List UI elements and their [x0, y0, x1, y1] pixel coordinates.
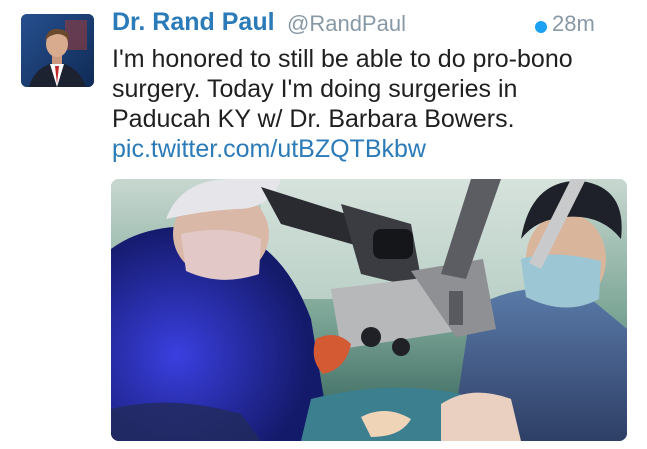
- tweet-text: I'm honored to still be able to do pro-b…: [112, 44, 632, 164]
- tweet-header: Dr. Rand Paul @RandPaul 28m: [112, 8, 632, 44]
- author-name[interactable]: Dr. Rand Paul: [112, 8, 275, 37]
- surgery-photo: [111, 179, 627, 441]
- tweet-text-line: Paducah KY w/ Dr. Barbara Bowers.: [112, 105, 515, 133]
- media-link[interactable]: pic.twitter.com/utBZQTBkbw: [112, 134, 632, 164]
- timestamp[interactable]: 28m: [552, 11, 595, 37]
- unread-dot-icon: [535, 21, 547, 33]
- avatar-image: [21, 14, 94, 87]
- avatar[interactable]: [21, 14, 94, 87]
- author-handle[interactable]: @RandPaul: [287, 11, 406, 37]
- media-image[interactable]: [111, 179, 627, 441]
- tweet[interactable]: Dr. Rand Paul @RandPaul 28m I'm honored …: [0, 0, 647, 449]
- tweet-text-line: surgery. Today I'm doing surgeries in: [112, 75, 518, 103]
- tweet-text-line: I'm honored to still be able to do pro-b…: [112, 45, 573, 73]
